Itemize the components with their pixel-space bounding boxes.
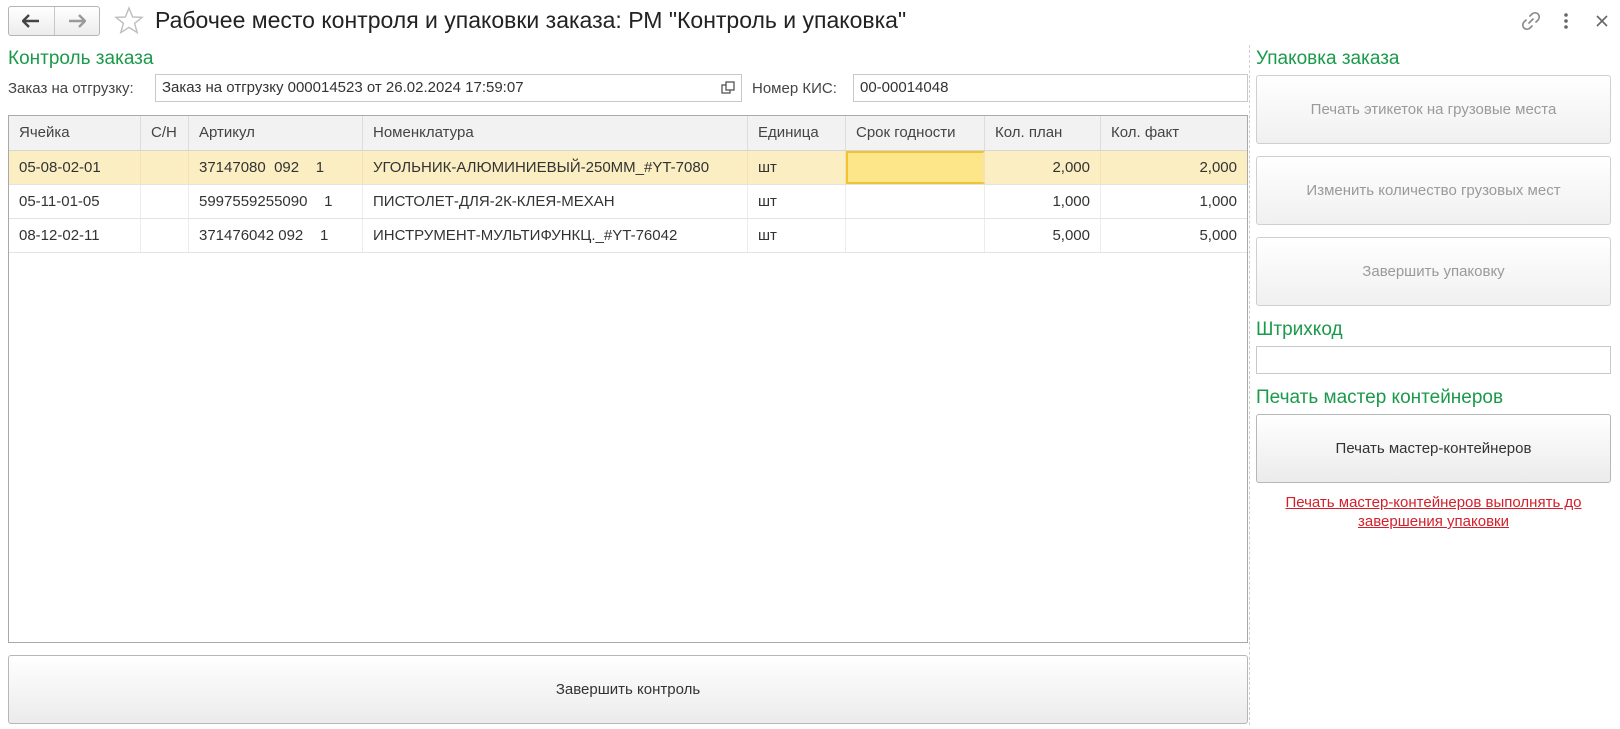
order-label: Заказ на отгрузку: [8,80,134,97]
kis-label: Номер КИС: [752,80,837,97]
table-row[interactable]: 05-11-01-05 5997559255090 1 ПИСТОЛЕТ-ДЛЯ… [9,185,1247,219]
cell-qty-plan[interactable]: 1,000 [985,185,1101,218]
cell-qty-fact[interactable]: 2,000 [1101,151,1247,184]
cell-sn[interactable] [141,151,189,184]
goods-table: Ячейка С/Н Артикул Номенклатура Единица … [8,115,1248,643]
column-header-qty-fact[interactable]: Кол. факт [1101,116,1247,150]
order-control-title: Контроль заказа [8,48,154,69]
cell-qty-plan[interactable]: 2,000 [985,151,1101,184]
packing-title: Упаковка заказа [1256,48,1400,69]
cell-article[interactable]: 5997559255090 1 [189,185,363,218]
cell-location[interactable]: 05-08-02-01 [9,151,141,184]
navigation-group [8,6,100,36]
column-header-expiry[interactable]: Срок годности [846,116,985,150]
column-header-sn[interactable]: С/Н [141,116,189,150]
favorite-button[interactable] [113,5,145,37]
print-labels-button[interactable]: Печать этикеток на грузовые места [1256,75,1611,144]
panel-divider [1249,45,1250,725]
column-header-unit[interactable]: Единица [748,116,846,150]
barcode-title: Штрихкод [1256,319,1343,340]
print-master-containers-button[interactable]: Печать мастер-контейнеров [1256,414,1611,483]
cell-unit[interactable]: шт [748,151,846,184]
order-field[interactable]: Заказ на отгрузку 000014523 от 26.02.202… [155,74,715,102]
cell-qty-plan[interactable]: 5,000 [985,219,1101,252]
more-button[interactable] [1554,9,1578,33]
barcode-input[interactable] [1256,346,1611,374]
column-header-article[interactable]: Артикул [189,116,363,150]
open-form-icon [720,81,735,94]
cell-qty-fact[interactable]: 1,000 [1101,185,1247,218]
cell-qty-fact[interactable]: 5,000 [1101,219,1247,252]
finish-control-button[interactable]: Завершить контроль [8,655,1248,724]
cell-unit[interactable]: шт [748,185,846,218]
cell-sn[interactable] [141,219,189,252]
change-cargo-qty-button[interactable]: Изменить количество грузовых мест [1256,156,1611,225]
table-row[interactable]: 05-08-02-01 37147080 092 1 УГОЛЬНИК-АЛЮМ… [9,151,1247,185]
cell-unit[interactable]: шт [748,219,846,252]
column-header-item[interactable]: Номенклатура [363,116,748,150]
column-header-qty-plan[interactable]: Кол. план [985,116,1101,150]
table-header: Ячейка С/Н Артикул Номенклатура Единица … [9,116,1247,151]
cell-item[interactable]: ПИСТОЛЕТ-ДЛЯ-2К-КЛЕЯ-МЕХАН [363,185,748,218]
cell-location[interactable]: 05-11-01-05 [9,185,141,218]
link-icon [1521,11,1541,31]
cell-sn[interactable] [141,185,189,218]
forward-arrow-icon [68,14,86,28]
open-order-button[interactable] [714,74,742,102]
column-header-cell[interactable]: Ячейка [9,116,141,150]
cell-item[interactable]: ИНСТРУМЕНТ-МУЛЬТИФУНКЦ._#YT-76042 [363,219,748,252]
close-icon [1596,15,1608,27]
back-arrow-icon [22,14,40,28]
cell-article[interactable]: 371476042 092 1 [189,219,363,252]
master-containers-title: Печать мастер контейнеров [1256,387,1504,408]
table-row[interactable]: 08-12-02-11 371476042 092 1 ИНСТРУМЕНТ-М… [9,219,1247,253]
forward-button[interactable] [53,7,100,35]
cell-item[interactable]: УГОЛЬНИК-АЛЮМИНИЕВЫЙ-250ММ_#YT-7080 [363,151,748,184]
cell-expiry[interactable] [846,151,985,184]
star-icon [114,6,144,35]
close-button[interactable] [1590,9,1614,33]
cell-expiry[interactable] [846,185,985,218]
cell-article[interactable]: 37147080 092 1 [189,151,363,184]
finish-packing-button[interactable]: Завершить упаковку [1256,237,1611,306]
cell-expiry[interactable] [846,219,985,252]
more-icon [1564,13,1568,29]
back-button[interactable] [9,7,54,35]
master-warning-link[interactable]: Печать мастер-контейнеров выполнять до з… [1256,493,1611,531]
title-bar: Рабочее место контроля и упаковки заказа… [0,0,1620,42]
window-title: Рабочее место контроля и упаковки заказа… [155,7,907,33]
link-button[interactable] [1519,9,1543,33]
cell-location[interactable]: 08-12-02-11 [9,219,141,252]
kis-field[interactable]: 00-00014048 [853,74,1248,102]
